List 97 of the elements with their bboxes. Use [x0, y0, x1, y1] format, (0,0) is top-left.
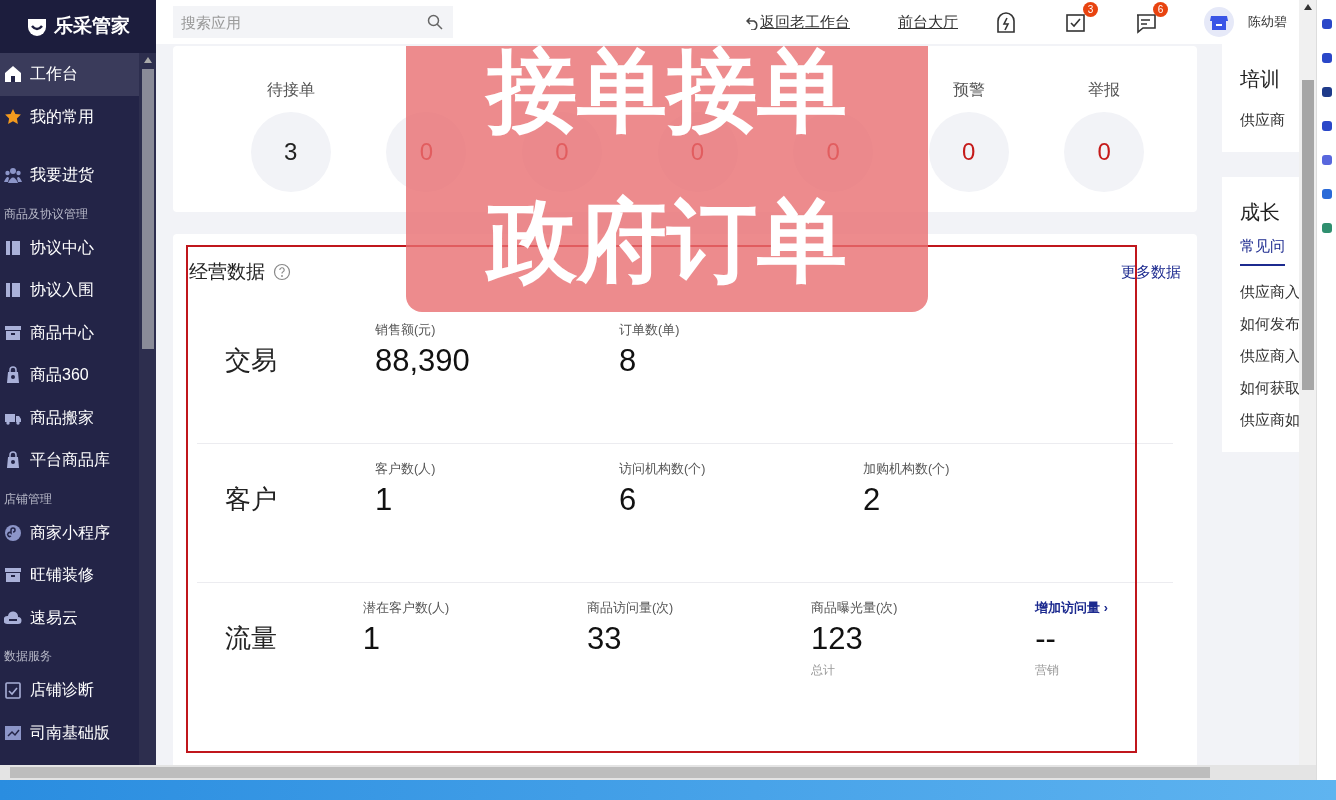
sidebar-item[interactable]: 我要进货: [0, 154, 139, 197]
section-heading: 数据服务: [3, 648, 53, 665]
sidebar-item[interactable]: 商品360: [0, 354, 139, 397]
metric-value: --: [1035, 620, 1057, 659]
metric-caption: 营销: [1035, 661, 1061, 679]
card-title: 成长: [1240, 200, 1281, 225]
scroll-up-icon[interactable]: [143, 57, 152, 63]
app-icon: [1320, 18, 1333, 30]
book-icon: [4, 281, 22, 300]
faq-link[interactable]: 供应商入: [1240, 339, 1299, 372]
section-title: 经营数据: [189, 260, 265, 284]
status-label: 举报: [1088, 80, 1121, 100]
faq-link[interactable]: 如何获取: [1240, 371, 1299, 404]
metric-label: 订单数(单): [619, 321, 681, 339]
box-icon: [4, 323, 22, 342]
metric-label: 客户数(人): [375, 460, 437, 478]
sidebar-item[interactable]: 商品搬家: [0, 396, 139, 439]
metric-label: 商品曝光量(次): [811, 599, 899, 617]
caption-line: 政府订单: [487, 196, 847, 286]
caption-line: 接单接单: [487, 46, 847, 136]
card-title: 培训: [1240, 67, 1281, 92]
app-icon: [1320, 154, 1333, 166]
app-icon: [1320, 222, 1333, 234]
user-name[interactable]: 陈幼碧: [1248, 12, 1287, 32]
search-icon: [427, 14, 443, 30]
row-label: 交易: [224, 343, 278, 377]
more-data-link[interactable]: 更多数据: [1121, 261, 1181, 284]
logo-icon: [26, 16, 48, 37]
chart-icon: [4, 723, 22, 742]
brand-name: 乐采管家: [54, 14, 130, 39]
avatar-store-icon: [1204, 7, 1234, 37]
article-link[interactable]: 供应商: [1240, 104, 1299, 136]
metric-value: 88,390: [375, 342, 471, 381]
metric-label: 潜在客户数(人): [362, 599, 451, 617]
sidebar-item[interactable]: 平台商品库: [0, 439, 139, 482]
help-icon: [273, 263, 291, 282]
metric-value: 6: [619, 481, 638, 520]
scroll-up-icon[interactable]: [1303, 4, 1312, 10]
count-badge: 6: [1153, 2, 1168, 17]
app-icon: [1320, 120, 1333, 132]
section-heading: 商品及协议管理: [3, 205, 89, 223]
sidebar-item[interactable]: 工作台: [0, 53, 139, 96]
book-icon: [4, 238, 22, 257]
metric-value: 1: [375, 481, 394, 520]
home-icon: [4, 65, 22, 84]
sidebar-item[interactable]: 旺铺装修: [0, 554, 139, 597]
sidebar-item[interactable]: 我的常用: [0, 95, 139, 138]
lightning-icon[interactable]: [994, 10, 1018, 35]
people-icon: [4, 166, 22, 185]
faq-tab[interactable]: 常见问: [1240, 227, 1285, 266]
sidebar-item[interactable]: 商品中心: [0, 311, 139, 354]
scrollbar-thumb[interactable]: [1301, 80, 1314, 390]
metric-label: 销售额(元): [375, 321, 437, 339]
clipboard-icon: [4, 681, 22, 700]
scrollbar-thumb[interactable]: [10, 767, 1210, 778]
sidebar-item[interactable]: 协议中心: [0, 226, 139, 269]
metric-caption: 总计: [811, 661, 837, 679]
metric-label: 商品访问量(次): [586, 599, 675, 617]
metric-value: 123: [811, 620, 864, 659]
metric-value: 2: [863, 481, 882, 520]
faq-link[interactable]: 供应商如: [1240, 403, 1299, 436]
section-heading: 店铺管理: [3, 490, 53, 508]
metric-value: 8: [619, 342, 638, 381]
faq-link[interactable]: 供应商入: [1240, 275, 1299, 308]
search-field[interactable]: 搜索应用: [173, 6, 453, 38]
metric-label: 加购机构数(个): [863, 460, 951, 478]
count-badge: 3: [1083, 2, 1098, 17]
status-count[interactable]: 0: [1064, 112, 1145, 192]
sidebar-item[interactable]: 商家小程序: [0, 511, 139, 554]
metric-value: 33: [586, 620, 623, 659]
star-icon: [4, 107, 22, 126]
status-count[interactable]: 3: [250, 112, 331, 192]
status-label: 预警: [952, 80, 985, 100]
row-label: 客户: [224, 482, 278, 516]
box-icon: [4, 566, 22, 585]
mini-program-icon: [4, 523, 22, 542]
metric-value: 1: [362, 620, 382, 659]
horizontal-scrollbar[interactable]: [0, 765, 1316, 780]
faq-link[interactable]: 如何发布: [1240, 307, 1299, 340]
status-label: 待接单: [266, 80, 315, 100]
sidebar-item[interactable]: 司南基础版: [0, 711, 139, 754]
undo-icon: [746, 15, 760, 30]
row-label: 流量: [224, 621, 278, 655]
increase-visits-link[interactable]: 增加访问量 ›: [1035, 598, 1173, 618]
app-icon: [1320, 86, 1333, 98]
scrollbar-thumb[interactable]: [141, 69, 154, 349]
back-link[interactable]: 返回老工作台: [746, 10, 850, 34]
bag-icon: [4, 451, 22, 470]
sidebar-item[interactable]: 速易云: [0, 596, 139, 639]
status-count[interactable]: 0: [928, 112, 1009, 192]
hall-link[interactable]: 前台大厅: [898, 10, 958, 34]
sidebar-item[interactable]: 协议入围: [0, 269, 139, 312]
app-icon: [1320, 52, 1333, 64]
metric-label: 访问机构数(个): [619, 460, 707, 478]
bag-icon: [4, 366, 22, 385]
sidebar-item[interactable]: 店铺诊断: [0, 669, 139, 712]
app-icon: [1320, 188, 1333, 200]
